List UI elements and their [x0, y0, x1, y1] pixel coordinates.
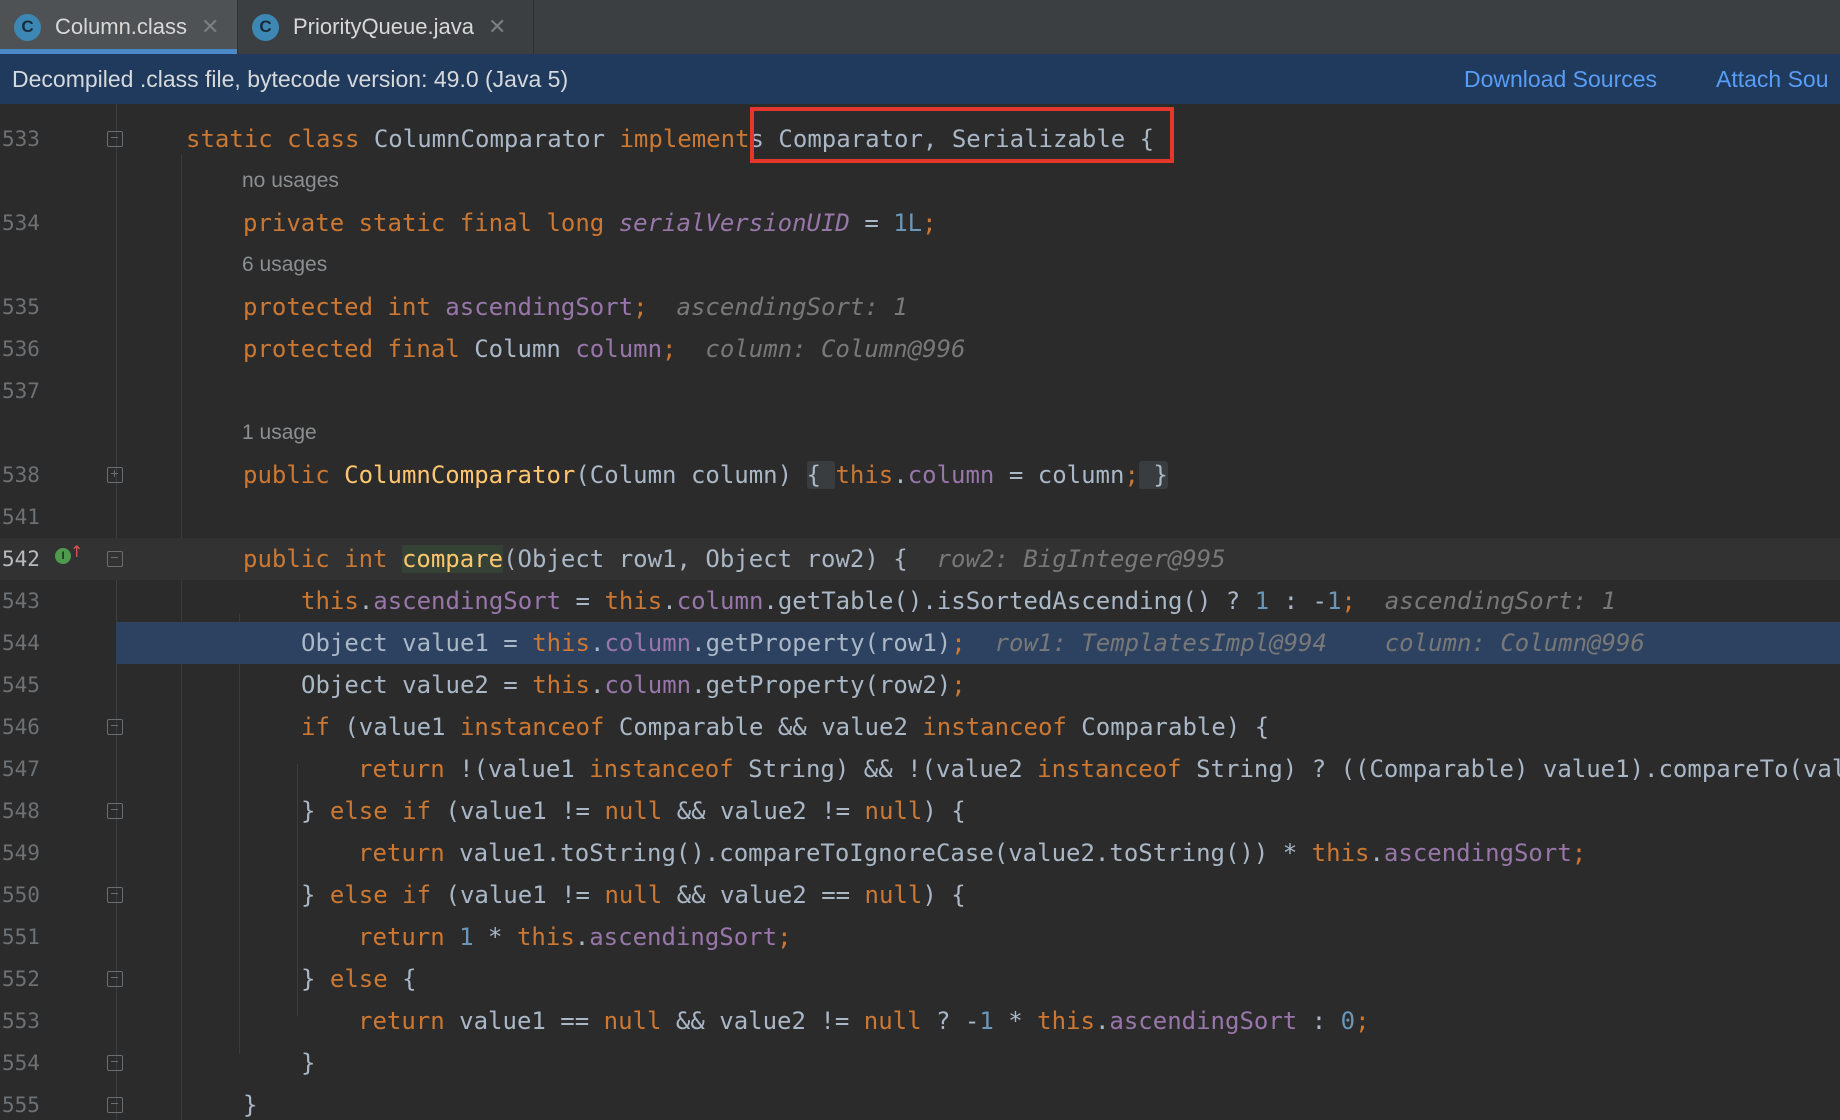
line-number: 534 — [2, 211, 40, 235]
line-number: 546 — [2, 715, 40, 739]
fold-icon[interactable] — [107, 551, 123, 567]
inline-debug-value: row1: TemplatesImpl@994 — [994, 629, 1327, 657]
usages-hint[interactable]: no usages — [242, 160, 339, 202]
code-text: static class ColumnComparator implements… — [186, 125, 1155, 153]
inline-debug-value: column: Column@996 — [705, 335, 966, 363]
code-line: 550 } else if (value1 != null && value2 … — [0, 874, 1840, 916]
line-number: 538 — [2, 463, 40, 487]
fold-icon[interactable] — [107, 971, 123, 987]
attach-sources-link[interactable]: Attach Sou — [1716, 66, 1829, 93]
line-number: 542 — [2, 547, 40, 571]
line-number: 541 — [2, 505, 40, 529]
code-text: public int compare(Object row1, Object r… — [243, 545, 1226, 573]
code-text: if (value1 instanceof Comparable && valu… — [301, 713, 1270, 741]
code-line: 545 Object value2 = this.column.getPrope… — [0, 664, 1840, 706]
code-line: 534 private static final long serialVers… — [0, 202, 1840, 244]
line-number: 555 — [2, 1093, 40, 1117]
code-editor[interactable]: 533 static class ColumnComparator implem… — [0, 104, 1840, 1120]
code-text: return !(value1 instanceof String) && !(… — [358, 755, 1840, 783]
fold-icon[interactable] — [107, 719, 123, 735]
class-file-icon: C — [252, 13, 279, 41]
code-line: 543 this.ascendingSort = this.column.get… — [0, 580, 1840, 622]
fold-icon[interactable] — [107, 803, 123, 819]
usage-hint-line: 1 usage — [0, 412, 1840, 454]
fold-icon[interactable] — [107, 467, 123, 483]
close-icon[interactable]: ✕ — [201, 14, 219, 40]
tab-column-class[interactable]: C Column.class ✕ — [0, 0, 238, 54]
decompiled-notice-banner: Decompiled .class file, bytecode version… — [0, 54, 1840, 104]
code-line: 551 return 1 * this.ascendingSort; — [0, 916, 1840, 958]
code-line: 553 return value1 == null && value2 != n… — [0, 1000, 1840, 1042]
implements-method-icon[interactable]: I — [55, 548, 71, 564]
code-text: private static final long serialVersionU… — [243, 209, 937, 237]
inline-debug-value: row2: BigInteger@995 — [936, 545, 1226, 573]
code-line: 533 static class ColumnComparator implem… — [0, 118, 1840, 160]
code-text: } else if (value1 != null && value2 == n… — [301, 881, 966, 909]
inline-debug-value: column: Column@996 — [1384, 629, 1645, 657]
line-number: 553 — [2, 1009, 40, 1033]
line-number: 535 — [2, 295, 40, 319]
code-line: 537 — [0, 370, 1840, 412]
download-sources-link[interactable]: Download Sources — [1464, 66, 1657, 93]
code-line: 542 I ↑ public int compare(Object row1, … — [0, 538, 1840, 580]
tab-label: PriorityQueue.java — [293, 14, 474, 39]
line-number: 536 — [2, 337, 40, 361]
class-file-icon: C — [14, 13, 41, 41]
banner-message: Decompiled .class file, bytecode version… — [12, 65, 569, 92]
line-number: 552 — [2, 967, 40, 991]
code-line: 547 return !(value1 instanceof String) &… — [0, 748, 1840, 790]
code-line: 548 } else if (value1 != null && value2 … — [0, 790, 1840, 832]
code-line: 549 return value1.toString().compareToIg… — [0, 832, 1840, 874]
fold-icon[interactable] — [107, 887, 123, 903]
fold-icon[interactable] — [107, 1097, 123, 1113]
code-line: 536 protected final Column column; colum… — [0, 328, 1840, 370]
code-line: 552 } else { — [0, 958, 1840, 1000]
line-number: 551 — [2, 925, 40, 949]
code-line: 546 if (value1 instanceof Comparable && … — [0, 706, 1840, 748]
code-text: public ColumnComparator(Column column) {… — [243, 461, 1168, 489]
code-text: this.ascendingSort = this.column.getTabl… — [301, 587, 1616, 615]
fold-icon[interactable] — [107, 1055, 123, 1071]
code-text: } — [243, 1091, 258, 1119]
line-number: 550 — [2, 883, 40, 907]
line-number: 554 — [2, 1051, 40, 1075]
usage-hint-line: no usages — [0, 160, 1840, 202]
code-text: return value1 == null && value2 != null … — [358, 1007, 1370, 1035]
code-text: return value1.toString().compareToIgnore… — [358, 839, 1587, 867]
code-line: 538 public ColumnComparator(Column colum… — [0, 454, 1840, 496]
arrow-up-icon: ↑ — [70, 542, 84, 561]
code-text: return 1 * this.ascendingSort; — [358, 923, 792, 951]
code-text: } — [301, 1049, 316, 1077]
code-line: 555 } — [0, 1084, 1840, 1120]
line-number: 537 — [2, 379, 40, 403]
line-number: 547 — [2, 757, 40, 781]
code-text: } else { — [301, 965, 417, 993]
editor-tab-bar: C Column.class ✕ C PriorityQueue.java ✕ — [0, 0, 1840, 55]
code-line: 544 Object value1 = this.column.getPrope… — [0, 622, 1840, 664]
inline-debug-value: ascendingSort: 1 — [1384, 587, 1616, 615]
code-text: Object value1 = this.column.getProperty(… — [301, 629, 1645, 657]
code-text: Object value2 = this.column.getProperty(… — [301, 671, 966, 699]
code-text: protected final Column column; column: C… — [243, 335, 966, 363]
line-number: 549 — [2, 841, 40, 865]
code-line: 541 — [0, 496, 1840, 538]
usage-hint-line: 6 usages — [0, 244, 1840, 286]
tab-label: Column.class — [55, 14, 188, 39]
close-icon[interactable]: ✕ — [488, 14, 506, 40]
code-text: } else if (value1 != null && value2 != n… — [301, 797, 966, 825]
usages-hint[interactable]: 6 usages — [242, 244, 327, 286]
line-number: 544 — [2, 631, 40, 655]
tab-priorityqueue-java[interactable]: C PriorityQueue.java ✕ — [238, 0, 534, 54]
line-number: 543 — [2, 589, 40, 613]
code-text: protected int ascendingSort; ascendingSo… — [243, 293, 908, 321]
line-number: 545 — [2, 673, 40, 697]
line-number: 548 — [2, 799, 40, 823]
code-line: 554 } — [0, 1042, 1840, 1084]
fold-icon[interactable] — [107, 131, 123, 147]
line-number: 533 — [2, 127, 40, 151]
inline-debug-value: ascendingSort: 1 — [676, 293, 908, 321]
usages-hint[interactable]: 1 usage — [242, 412, 317, 454]
code-line: 535 protected int ascendingSort; ascendi… — [0, 286, 1840, 328]
